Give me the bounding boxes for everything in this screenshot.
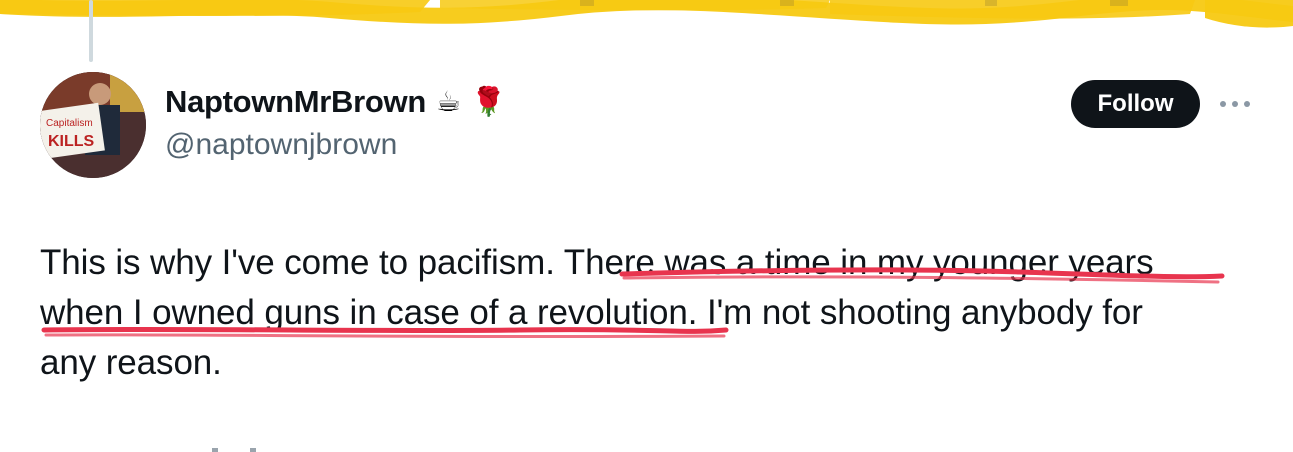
ellipsis-dot [1232, 101, 1238, 107]
avatar[interactable]: Capitalism KILLS [40, 72, 146, 178]
yellow-highlight-scribble [0, 0, 1293, 28]
follow-button[interactable]: Follow [1071, 80, 1200, 128]
faint-icon-remnant [780, 0, 794, 6]
cropped-glyph-fragment [212, 448, 256, 452]
avatar-sign-text: Capitalism [46, 118, 93, 129]
avatar-sign-text: KILLS [48, 133, 95, 150]
faint-icon-remnant [1110, 0, 1128, 6]
tweet-text-line: when I owned guns in case of a revolutio… [40, 293, 1143, 332]
thread-connector-line [89, 0, 93, 62]
faint-icon-remnant [985, 0, 997, 6]
coffee-emoji-icon: ☕ [436, 86, 462, 117]
avatar-image: Capitalism KILLS [40, 72, 146, 178]
ellipsis-icon[interactable] [1220, 92, 1250, 116]
author-display-name[interactable]: NaptownMrBrown [165, 84, 426, 120]
tweet-body: This is why I've come to pacifism. There… [40, 238, 1260, 388]
author-name-row: NaptownMrBrown ☕ 🌹 [165, 84, 506, 120]
author-handle[interactable]: @naptownjbrown [165, 128, 397, 162]
rose-emoji-icon: 🌹 [471, 86, 506, 117]
faint-icon-remnant [580, 0, 594, 6]
ellipsis-dot [1244, 101, 1250, 107]
tweet-text-line: any reason. [40, 343, 222, 382]
tweet-screenshot: Capitalism KILLS NaptownMrBrown ☕ 🌹 @nap… [0, 0, 1293, 452]
ellipsis-dot [1220, 101, 1226, 107]
tweet-text-line: This is why I've come to pacifism. There… [40, 243, 1154, 282]
